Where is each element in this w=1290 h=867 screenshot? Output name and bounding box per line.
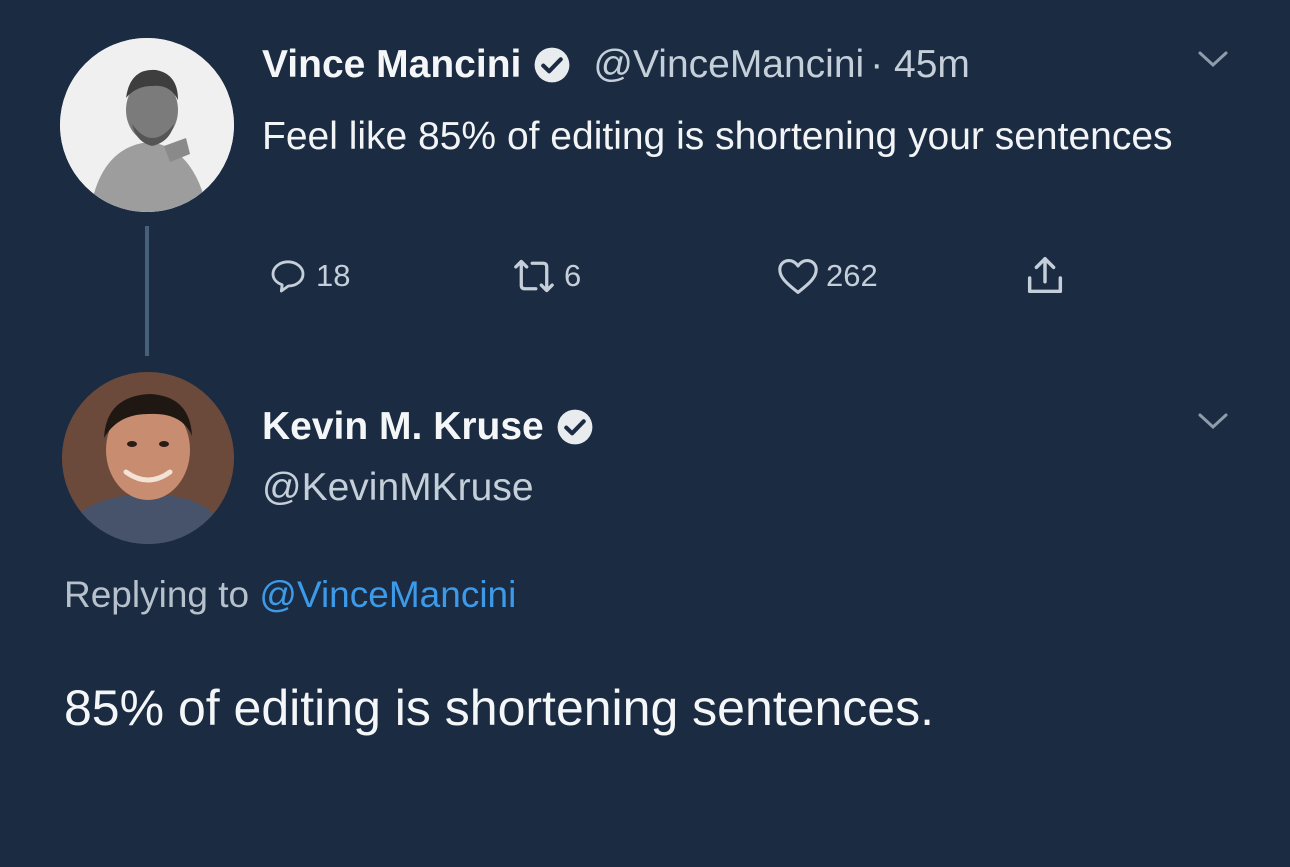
share-button[interactable] — [1020, 254, 1070, 298]
like-button[interactable]: 262 — [776, 254, 878, 298]
replying-to: Replying to @VinceMancini — [64, 574, 516, 616]
tweet2-author-name[interactable]: Kevin M. Kruse — [262, 405, 544, 449]
retweet-button[interactable]: 6 — [510, 254, 581, 298]
avatar-vince-mancini[interactable] — [60, 38, 234, 212]
replying-prefix: Replying to — [64, 574, 250, 615]
tweet2-handle[interactable]: @KevinMKruse — [262, 466, 534, 510]
share-icon — [1027, 257, 1063, 294]
replying-mention-link[interactable]: @VinceMancini — [259, 574, 516, 615]
reply-count: 18 — [316, 258, 351, 293]
avatar-kevin-kruse[interactable] — [62, 372, 234, 544]
tweet1-time[interactable]: · 45m — [870, 43, 970, 87]
chevron-down-icon[interactable] — [1196, 48, 1230, 70]
tweet1-header: Vince Mancini @VinceMancini · 45m — [262, 40, 970, 90]
retweet-count: 6 — [564, 258, 582, 293]
tweet2-text: 85% of editing is shortening sentences. — [64, 680, 934, 736]
reply-button[interactable]: 18 — [266, 254, 350, 298]
like-count: 262 — [826, 258, 878, 293]
tweet1-author-name[interactable]: Vince Mancini — [262, 43, 521, 87]
verified-icon — [534, 47, 570, 83]
tweet2-header: Kevin M. Kruse — [262, 400, 594, 454]
verified-icon — [557, 409, 593, 445]
thread-line — [145, 226, 149, 356]
heart-icon — [778, 259, 818, 294]
chevron-down-icon[interactable] — [1196, 410, 1230, 432]
tweet1-text: Feel like 85% of editing is shortening y… — [262, 115, 1173, 158]
reply-icon — [271, 260, 305, 293]
tweet1-handle[interactable]: @VinceMancini — [593, 43, 864, 87]
retweet-icon — [514, 259, 554, 293]
